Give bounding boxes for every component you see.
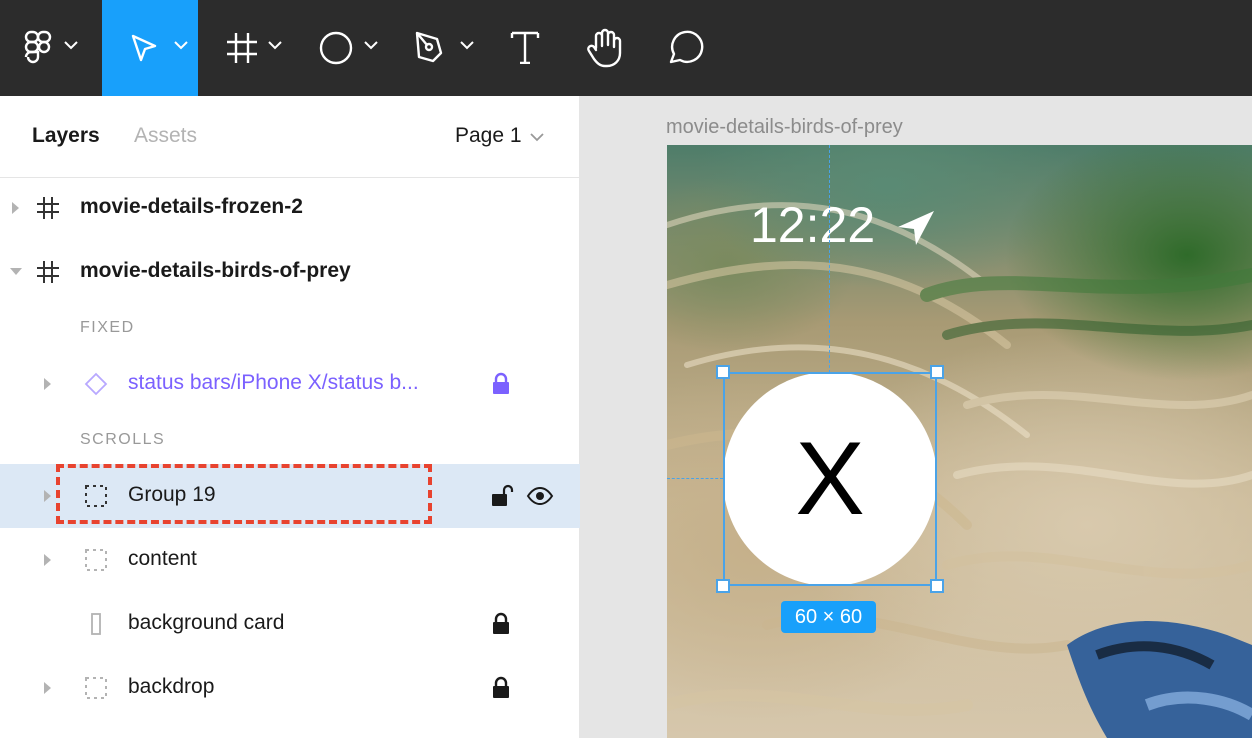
layer-row-status-bars[interactable]: status bars/iPhone X/status b... (0, 352, 580, 416)
layer-row-birds-of-prey[interactable]: movie-details-birds-of-prey (0, 240, 580, 304)
layer-row-content[interactable]: content (0, 528, 580, 592)
size-badge: 60 × 60 (781, 601, 876, 633)
move-cursor-icon (130, 33, 160, 65)
ellipse-icon (318, 30, 354, 66)
resize-handle-top-left[interactable] (716, 365, 730, 379)
layer-label: backdrop (128, 675, 215, 698)
location-arrow-icon (896, 207, 936, 247)
caret-right-icon[interactable] (44, 378, 51, 390)
caret-right-icon[interactable] (12, 202, 19, 214)
caret-right-icon[interactable] (44, 554, 51, 566)
unlock-icon[interactable] (491, 484, 514, 508)
chevron-down-icon (460, 40, 474, 50)
lock-icon[interactable] (491, 676, 511, 700)
group-dashed-icon (84, 484, 108, 508)
frame-hash-icon (36, 260, 60, 284)
layer-label: content (128, 547, 197, 570)
chevron-down-icon (364, 40, 378, 50)
ellipse-tool-button[interactable] (294, 0, 390, 96)
section-label-scrolls: SCROLLS (80, 431, 166, 448)
eye-icon[interactable] (526, 484, 554, 508)
tab-layers[interactable]: Layers (32, 124, 100, 148)
comment-tool-button[interactable] (646, 0, 726, 96)
move-tool-button[interactable] (102, 0, 198, 96)
chevron-down-icon (268, 40, 282, 50)
group-dashed-icon (84, 676, 108, 700)
pen-tool-button[interactable] (390, 0, 486, 96)
page-selector-label: Page 1 (455, 124, 522, 147)
figma-logo-icon (24, 30, 52, 66)
layer-row-backdrop[interactable]: backdrop (0, 656, 580, 720)
hand-icon (586, 28, 624, 68)
guide-line-horizontal (667, 478, 723, 479)
layer-label: status bars/iPhone X/status b... (128, 371, 419, 394)
resize-handle-bottom-right[interactable] (930, 579, 944, 593)
layer-row-group-19[interactable]: Group 19 (0, 464, 580, 528)
layer-label: Group 19 (128, 483, 216, 506)
caret-down-icon[interactable] (10, 268, 22, 275)
text-tool-button[interactable] (486, 0, 566, 96)
chevron-down-icon (174, 40, 188, 50)
hand-tool-button[interactable] (566, 0, 646, 96)
layer-row-frozen-2[interactable]: movie-details-frozen-2 (0, 176, 580, 240)
component-instance-icon (84, 372, 108, 396)
chevron-down-icon (529, 124, 544, 148)
close-button-label: X (795, 421, 865, 537)
section-label-fixed: FIXED (80, 319, 135, 336)
comment-icon (666, 30, 704, 66)
group-dashed-icon (84, 548, 108, 572)
bird-decoration (1067, 621, 1252, 738)
resize-handle-bottom-left[interactable] (716, 579, 730, 593)
toolbar (0, 0, 1252, 96)
page-selector[interactable]: Page 1 (455, 124, 544, 148)
layer-row-background-card[interactable]: background card (0, 592, 580, 656)
layers-panel: Layers Assets Page 1 movie-details-froze… (0, 96, 580, 738)
caret-right-icon[interactable] (44, 490, 51, 502)
chevron-down-icon (64, 40, 78, 50)
panel-header: Layers Assets Page 1 (0, 96, 580, 178)
frame-hash-icon (36, 196, 60, 220)
main-menu-button[interactable] (0, 0, 102, 96)
lock-icon[interactable] (491, 612, 511, 636)
frame-hash-icon (226, 32, 258, 64)
layer-label: movie-details-birds-of-prey (80, 259, 351, 282)
frame-title[interactable]: movie-details-birds-of-prey (666, 116, 903, 139)
lock-icon[interactable] (491, 372, 511, 396)
status-time: 12:22 (750, 197, 876, 253)
resize-handle-top-right[interactable] (930, 365, 944, 379)
guide-line-vertical (829, 145, 830, 373)
frame-tool-button[interactable] (198, 0, 294, 96)
pen-icon (414, 30, 448, 66)
tab-assets[interactable]: Assets (134, 124, 197, 148)
caret-right-icon[interactable] (44, 682, 51, 694)
close-circle-button[interactable]: X (723, 372, 937, 586)
layer-label: background card (128, 611, 285, 634)
rectangle-icon (84, 612, 108, 636)
text-icon (510, 30, 540, 64)
layer-label: movie-details-frozen-2 (80, 195, 303, 218)
